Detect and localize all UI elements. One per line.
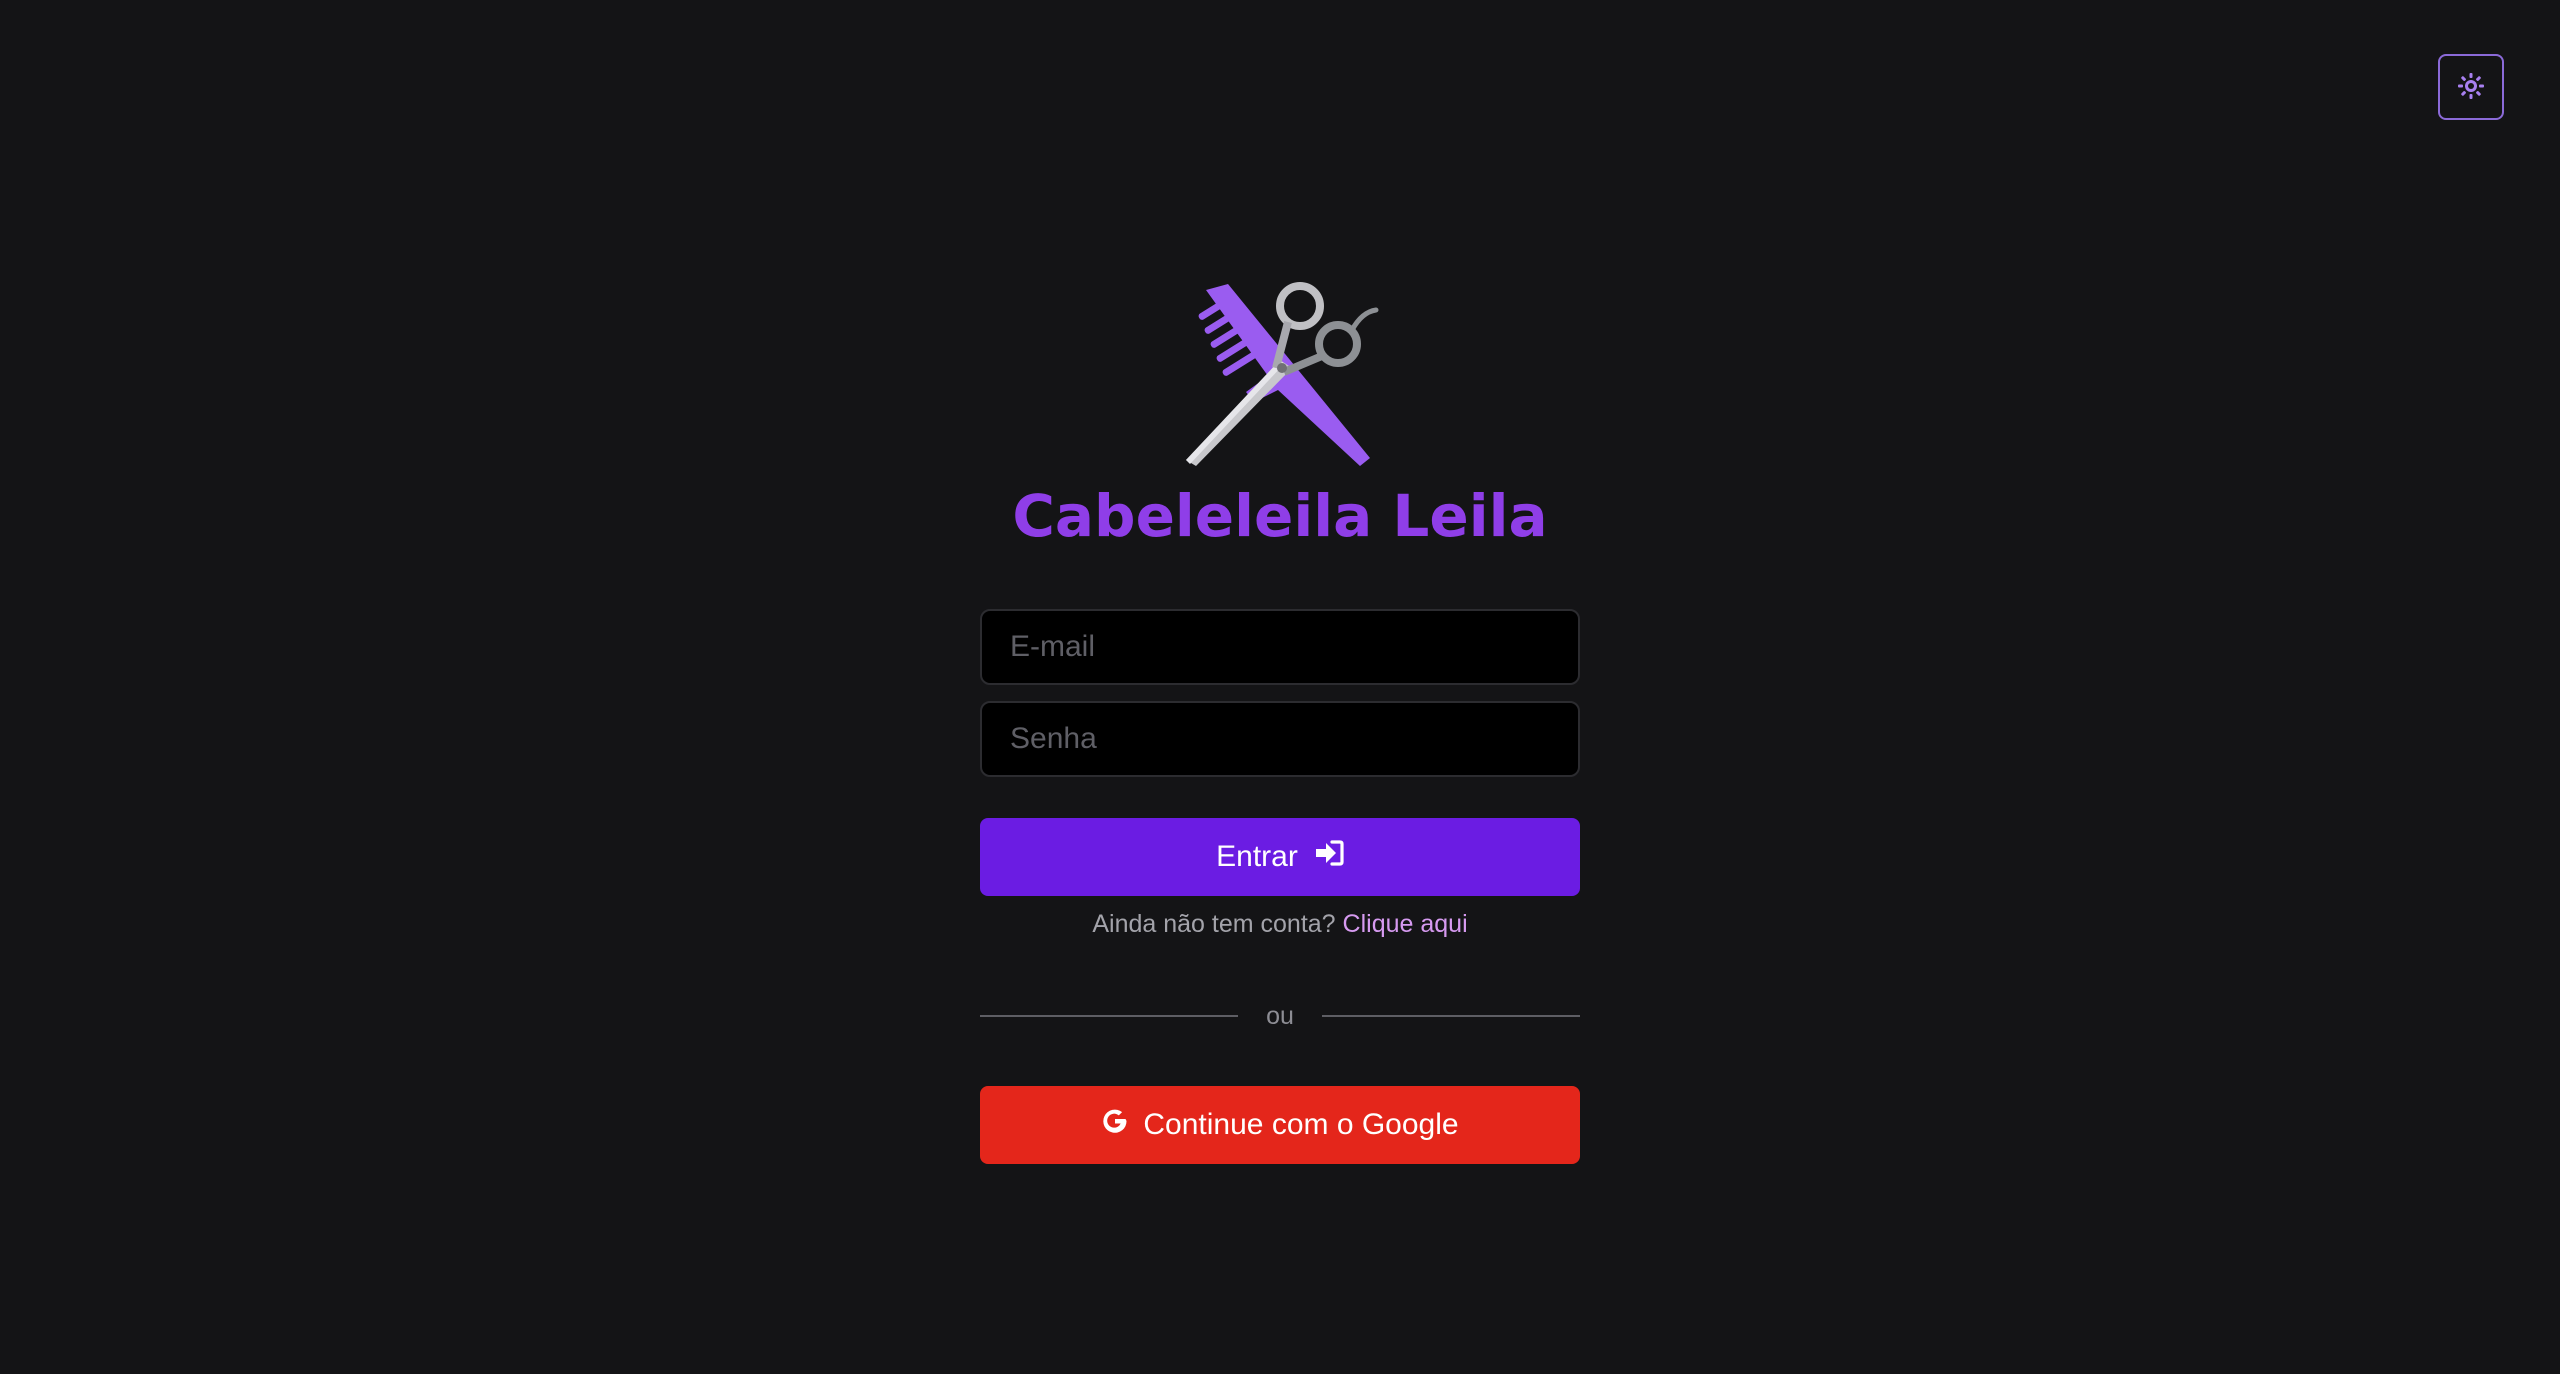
email-field[interactable] <box>980 609 1580 685</box>
divider-line-left <box>980 1015 1238 1017</box>
comb-and-scissors-icon <box>1180 280 1380 470</box>
google-signin-button[interactable]: Continue com o Google <box>980 1086 1580 1164</box>
brand-title: Cabeleleila Leila <box>1012 482 1548 550</box>
sun-icon <box>2457 72 2485 103</box>
google-label: Continue com o Google <box>1143 1108 1459 1141</box>
sign-in-icon <box>1314 839 1344 875</box>
divider-label: ou <box>1266 1001 1294 1030</box>
or-divider: ou <box>980 996 1580 1036</box>
signup-link[interactable]: Clique aqui <box>1343 910 1468 938</box>
signup-prompt: Ainda não tem conta? Clique aqui <box>0 910 2560 939</box>
signup-prompt-text: Ainda não tem conta? <box>1092 910 1336 938</box>
divider-line-right <box>1322 1015 1580 1017</box>
google-icon <box>1101 1107 1129 1143</box>
login-label: Entrar <box>1216 840 1298 873</box>
login-button[interactable]: Entrar <box>980 818 1580 896</box>
theme-toggle-button[interactable] <box>2438 54 2504 120</box>
password-field[interactable] <box>980 701 1580 777</box>
